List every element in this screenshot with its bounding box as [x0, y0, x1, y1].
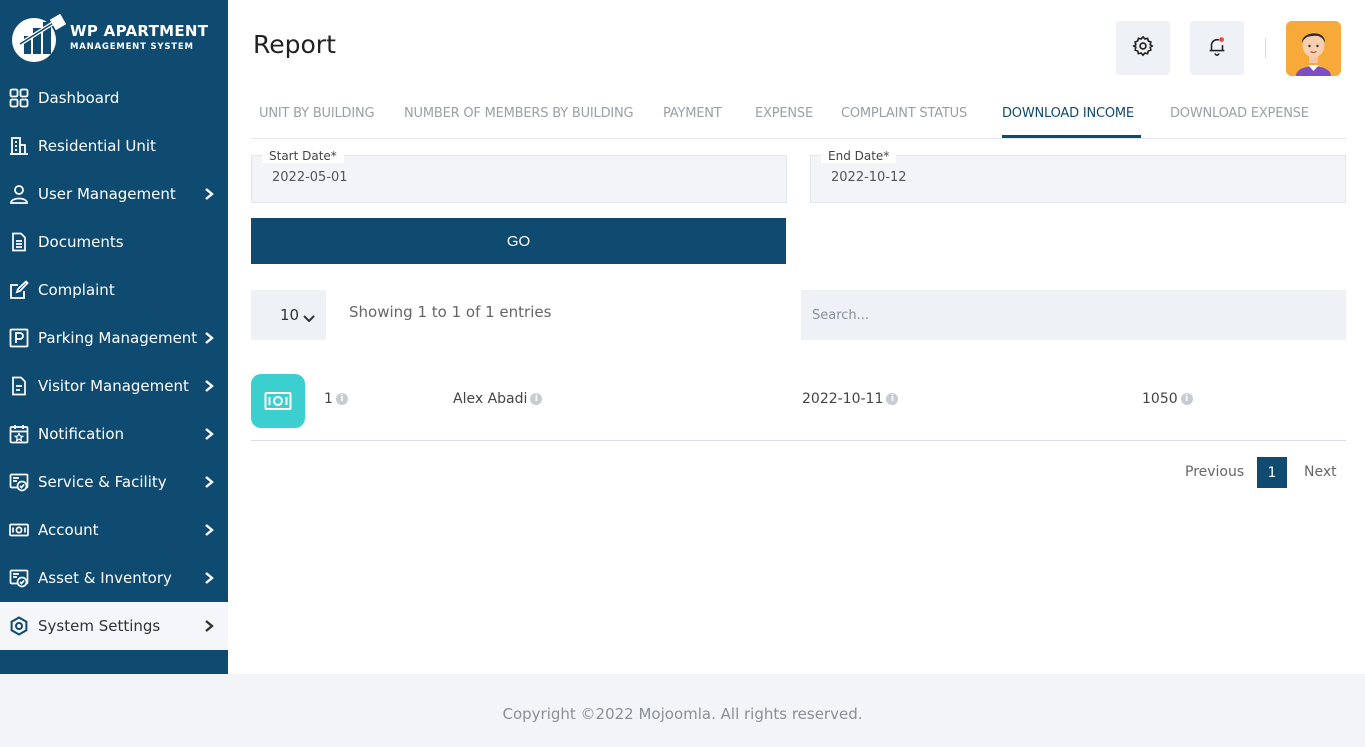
- building-logo-icon: [10, 13, 67, 62]
- user-icon: [8, 183, 30, 205]
- sidebar-item-account[interactable]: Account: [0, 506, 228, 554]
- info-icon[interactable]: i: [1180, 393, 1193, 405]
- sidebar-item-parking-management[interactable]: Parking Management: [0, 314, 228, 362]
- row-date: 2022-10-11: [802, 391, 884, 407]
- start-date-value: 2022-05-01: [272, 170, 348, 185]
- table-row[interactable]: 1i Alex Abadi i 2022-10-11 i 1050 i: [251, 362, 1346, 441]
- chevron-right-icon: [204, 379, 214, 393]
- asset-icon: [8, 567, 30, 589]
- pagination-next[interactable]: Next: [1304, 464, 1337, 480]
- sidebar-item-label: Dashboard: [38, 89, 120, 107]
- report-tabs: UNIT BY BUILDING NUMBER OF MEMBERS BY BU…: [251, 96, 1346, 139]
- chevron-right-icon: [204, 523, 214, 537]
- pagination-page-current[interactable]: 1: [1257, 457, 1287, 488]
- parking-icon: [8, 327, 30, 349]
- sidebar-item-user-management[interactable]: User Management: [0, 170, 228, 218]
- sidebar-item-label: Documents: [38, 233, 124, 251]
- copyright-text: Copyright ©2022 Mojoomla. All rights res…: [502, 705, 863, 723]
- avatar[interactable]: [1286, 21, 1341, 76]
- info-icon[interactable]: i: [530, 393, 543, 405]
- page-length-select[interactable]: 10: [251, 290, 326, 340]
- sidebar-nav: Dashboard Residential Unit User Manageme…: [0, 74, 228, 650]
- tab-complaint-status[interactable]: COMPLAINT STATUS: [841, 106, 967, 121]
- tab-unit-by-building[interactable]: UNIT BY BUILDING: [259, 106, 375, 121]
- row-id-cell: 1i: [324, 391, 348, 407]
- sidebar-item-label: Residential Unit: [38, 137, 156, 155]
- chevron-right-icon: [204, 619, 214, 633]
- end-date-value: 2022-10-12: [831, 170, 907, 185]
- tab-number-of-members-by-building[interactable]: NUMBER OF MEMBERS BY BUILDING: [404, 106, 634, 121]
- tab-payment[interactable]: PAYMENT: [663, 106, 722, 121]
- go-button[interactable]: GO: [251, 218, 786, 264]
- sidebar-item-dashboard[interactable]: Dashboard: [0, 74, 228, 122]
- footer: Copyright ©2022 Mojoomla. All rights res…: [0, 674, 1365, 747]
- sidebar-item-asset-inventory[interactable]: Asset & Inventory: [0, 554, 228, 602]
- row-name: Alex Abadi: [453, 391, 528, 407]
- chevron-right-icon: [204, 571, 214, 585]
- money-icon: [251, 374, 305, 428]
- bell-icon: [1206, 35, 1228, 61]
- chevron-down-icon: [302, 310, 316, 328]
- sidebar-item-label: System Settings: [38, 617, 161, 635]
- info-icon[interactable]: i: [886, 393, 899, 405]
- sidebar-item-label: Complaint: [38, 281, 115, 299]
- sidebar-item-label: Asset & Inventory: [38, 569, 172, 587]
- settings-icon: [8, 615, 30, 637]
- search-input[interactable]: [801, 290, 1346, 340]
- chevron-right-icon: [204, 187, 214, 201]
- row-date-cell: 2022-10-11 i: [802, 391, 899, 407]
- edit-icon: [8, 279, 30, 301]
- visitor-doc-icon: [8, 375, 30, 397]
- sidebar-item-residential-unit[interactable]: Residential Unit: [0, 122, 228, 170]
- sidebar-item-label: Account: [38, 521, 99, 539]
- brand-subtitle: MANAGEMENT SYSTEM: [70, 42, 194, 53]
- pagination-previous[interactable]: Previous: [1185, 464, 1244, 480]
- gear-icon: [1132, 35, 1154, 61]
- money-icon: [8, 519, 30, 541]
- sidebar-item-label: Service & Facility: [38, 473, 167, 491]
- start-date-label: Start Date*: [262, 149, 344, 163]
- sidebar-item-label: Visitor Management: [38, 377, 189, 395]
- sidebar-item-service-facility[interactable]: Service & Facility: [0, 458, 228, 506]
- brand-logo[interactable]: WP APARTMENT MANAGEMENT SYSTEM: [10, 12, 220, 64]
- building-icon: [8, 135, 30, 157]
- sidebar: WP APARTMENT MANAGEMENT SYSTEM Dashboard…: [0, 0, 228, 674]
- row-id: 1: [324, 391, 333, 407]
- sidebar-item-documents[interactable]: Documents: [0, 218, 228, 266]
- sidebar-item-notification[interactable]: Notification: [0, 410, 228, 458]
- row-name-cell: Alex Abadi i: [453, 391, 543, 407]
- sidebar-item-complaint[interactable]: Complaint: [0, 266, 228, 314]
- service-icon: [8, 471, 30, 493]
- grid-icon: [8, 87, 30, 109]
- active-tab-indicator: [1002, 135, 1141, 138]
- settings-button[interactable]: [1116, 21, 1170, 75]
- page-title: Report: [253, 30, 336, 59]
- row-amount: 1050: [1142, 391, 1178, 407]
- sidebar-item-label: Parking Management: [38, 329, 198, 347]
- chevron-right-icon: [204, 475, 214, 489]
- chevron-right-icon: [204, 331, 214, 345]
- row-amount-cell: 1050 i: [1142, 391, 1193, 407]
- sidebar-item-label: Notification: [38, 425, 125, 443]
- tab-expense[interactable]: EXPENSE: [755, 106, 813, 121]
- tab-download-expense[interactable]: DOWNLOAD EXPENSE: [1170, 106, 1309, 121]
- info-icon[interactable]: i: [335, 393, 348, 405]
- brand-title: WP APARTMENT: [70, 22, 209, 41]
- sidebar-item-system-settings[interactable]: System Settings: [0, 602, 228, 650]
- end-date-field[interactable]: End Date* 2022-10-12: [810, 149, 1346, 203]
- start-date-field[interactable]: Start Date* 2022-05-01: [251, 149, 787, 203]
- notifications-button[interactable]: [1190, 21, 1244, 75]
- chevron-right-icon: [204, 427, 214, 441]
- sidebar-item-visitor-management[interactable]: Visitor Management: [0, 362, 228, 410]
- sidebar-item-label: User Management: [38, 185, 176, 203]
- page-length-value: 10: [280, 306, 300, 324]
- document-icon: [8, 231, 30, 253]
- table-info: Showing 1 to 1 of 1 entries: [349, 303, 552, 321]
- calendar-star-icon: [8, 423, 30, 445]
- header-divider: [1265, 38, 1266, 58]
- tab-download-income[interactable]: DOWNLOAD INCOME: [1002, 106, 1134, 121]
- end-date-label: End Date*: [821, 149, 897, 163]
